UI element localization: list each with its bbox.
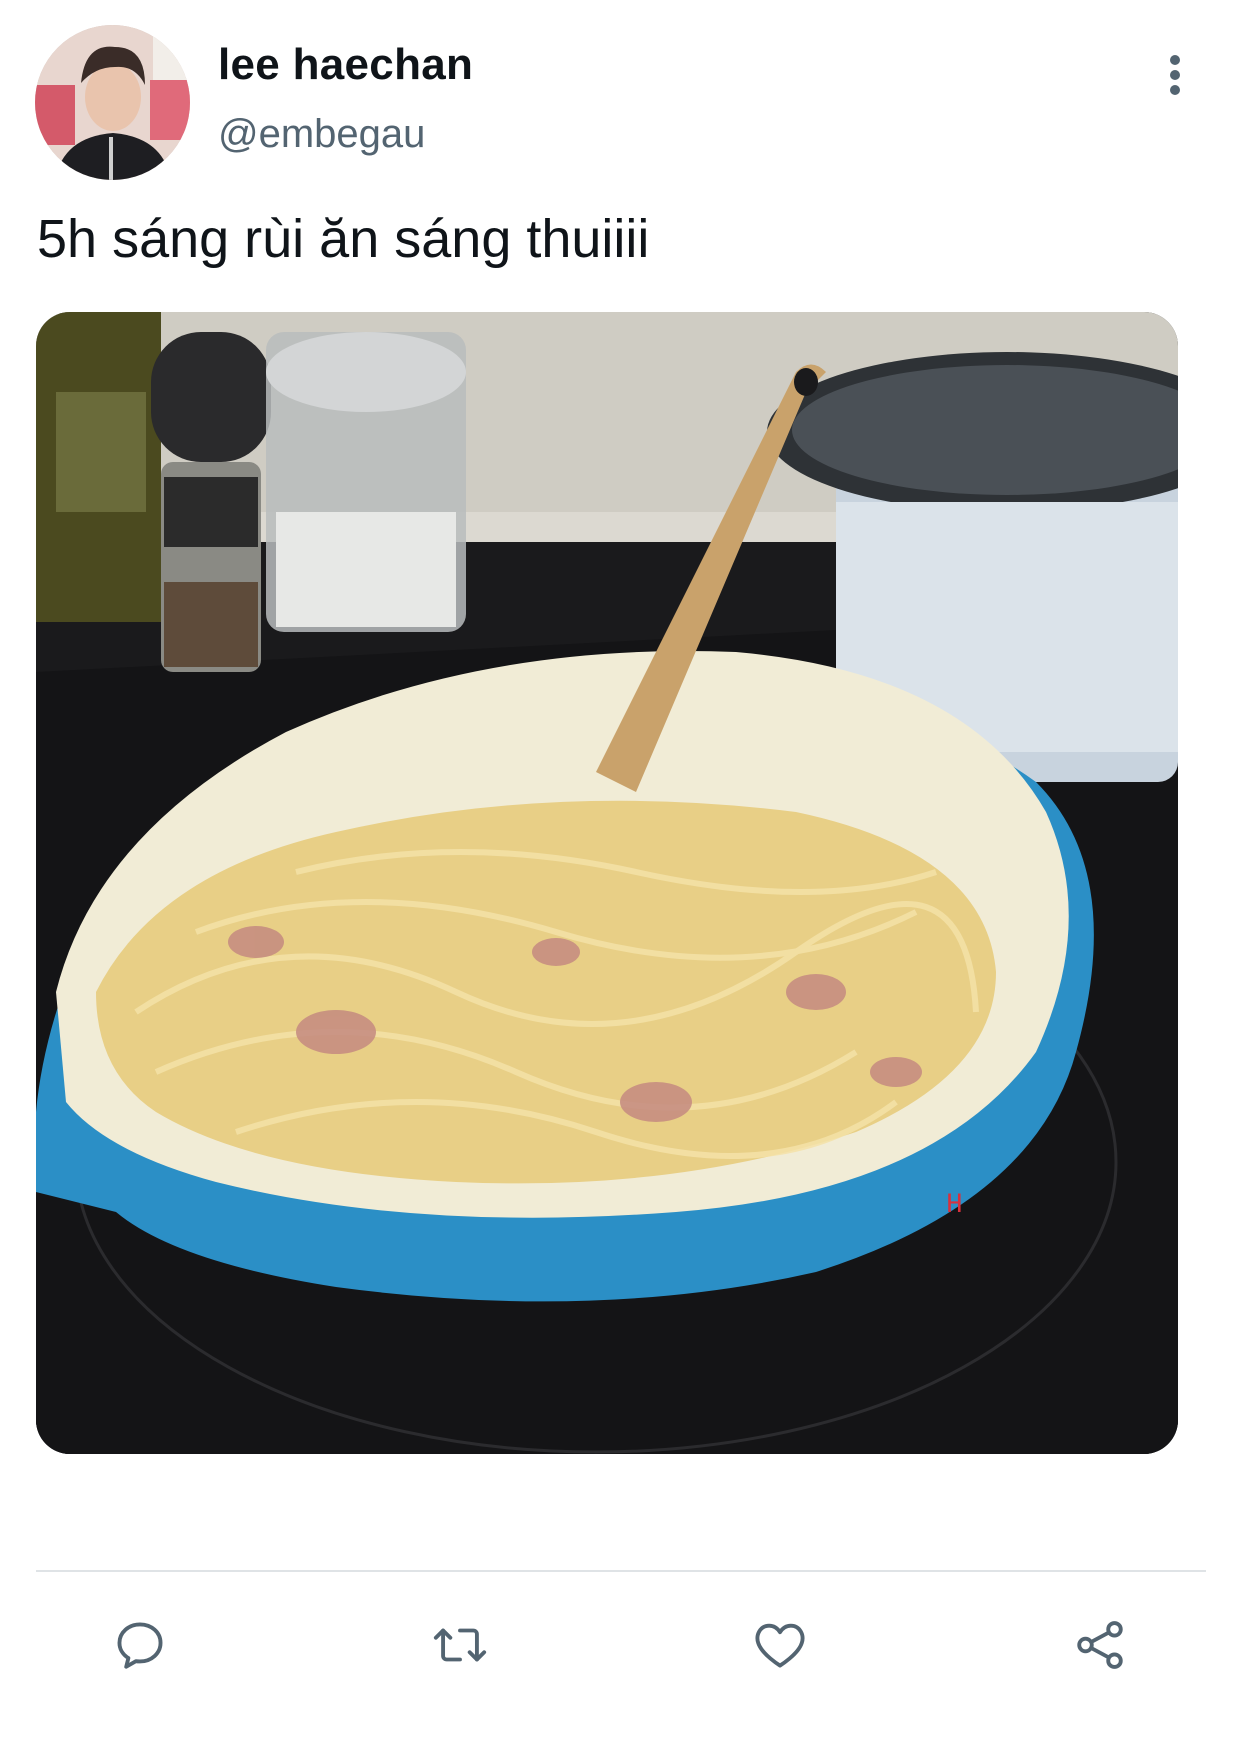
user-handle[interactable]: @embegau [218, 112, 425, 157]
more-options-button[interactable] [1155, 50, 1195, 100]
share-icon [1077, 1621, 1123, 1669]
like-button[interactable] [745, 1610, 815, 1680]
tweet-card: lee haechan @embegau 5h sáng rùi ăn sáng… [0, 0, 1242, 1738]
avatar-image [35, 25, 190, 180]
tweet-photo[interactable]: H [36, 312, 1178, 1454]
svg-text:H: H [946, 1190, 963, 1221]
retweet-button[interactable] [425, 1610, 495, 1680]
action-divider [36, 1570, 1206, 1572]
heart-icon [755, 1623, 805, 1668]
pasta-photo: H [36, 312, 1178, 1454]
tweet-text: 5h sáng rùi ăn sáng thuiiii [37, 209, 650, 269]
avatar[interactable] [35, 25, 190, 180]
retweet-icon [433, 1628, 487, 1662]
display-name[interactable]: lee haechan [218, 40, 473, 90]
reply-button[interactable] [105, 1610, 175, 1680]
reply-icon [117, 1622, 163, 1669]
action-bar [0, 1610, 1242, 1680]
share-button[interactable] [1065, 1610, 1135, 1680]
vertical-dots-icon [1170, 55, 1180, 95]
